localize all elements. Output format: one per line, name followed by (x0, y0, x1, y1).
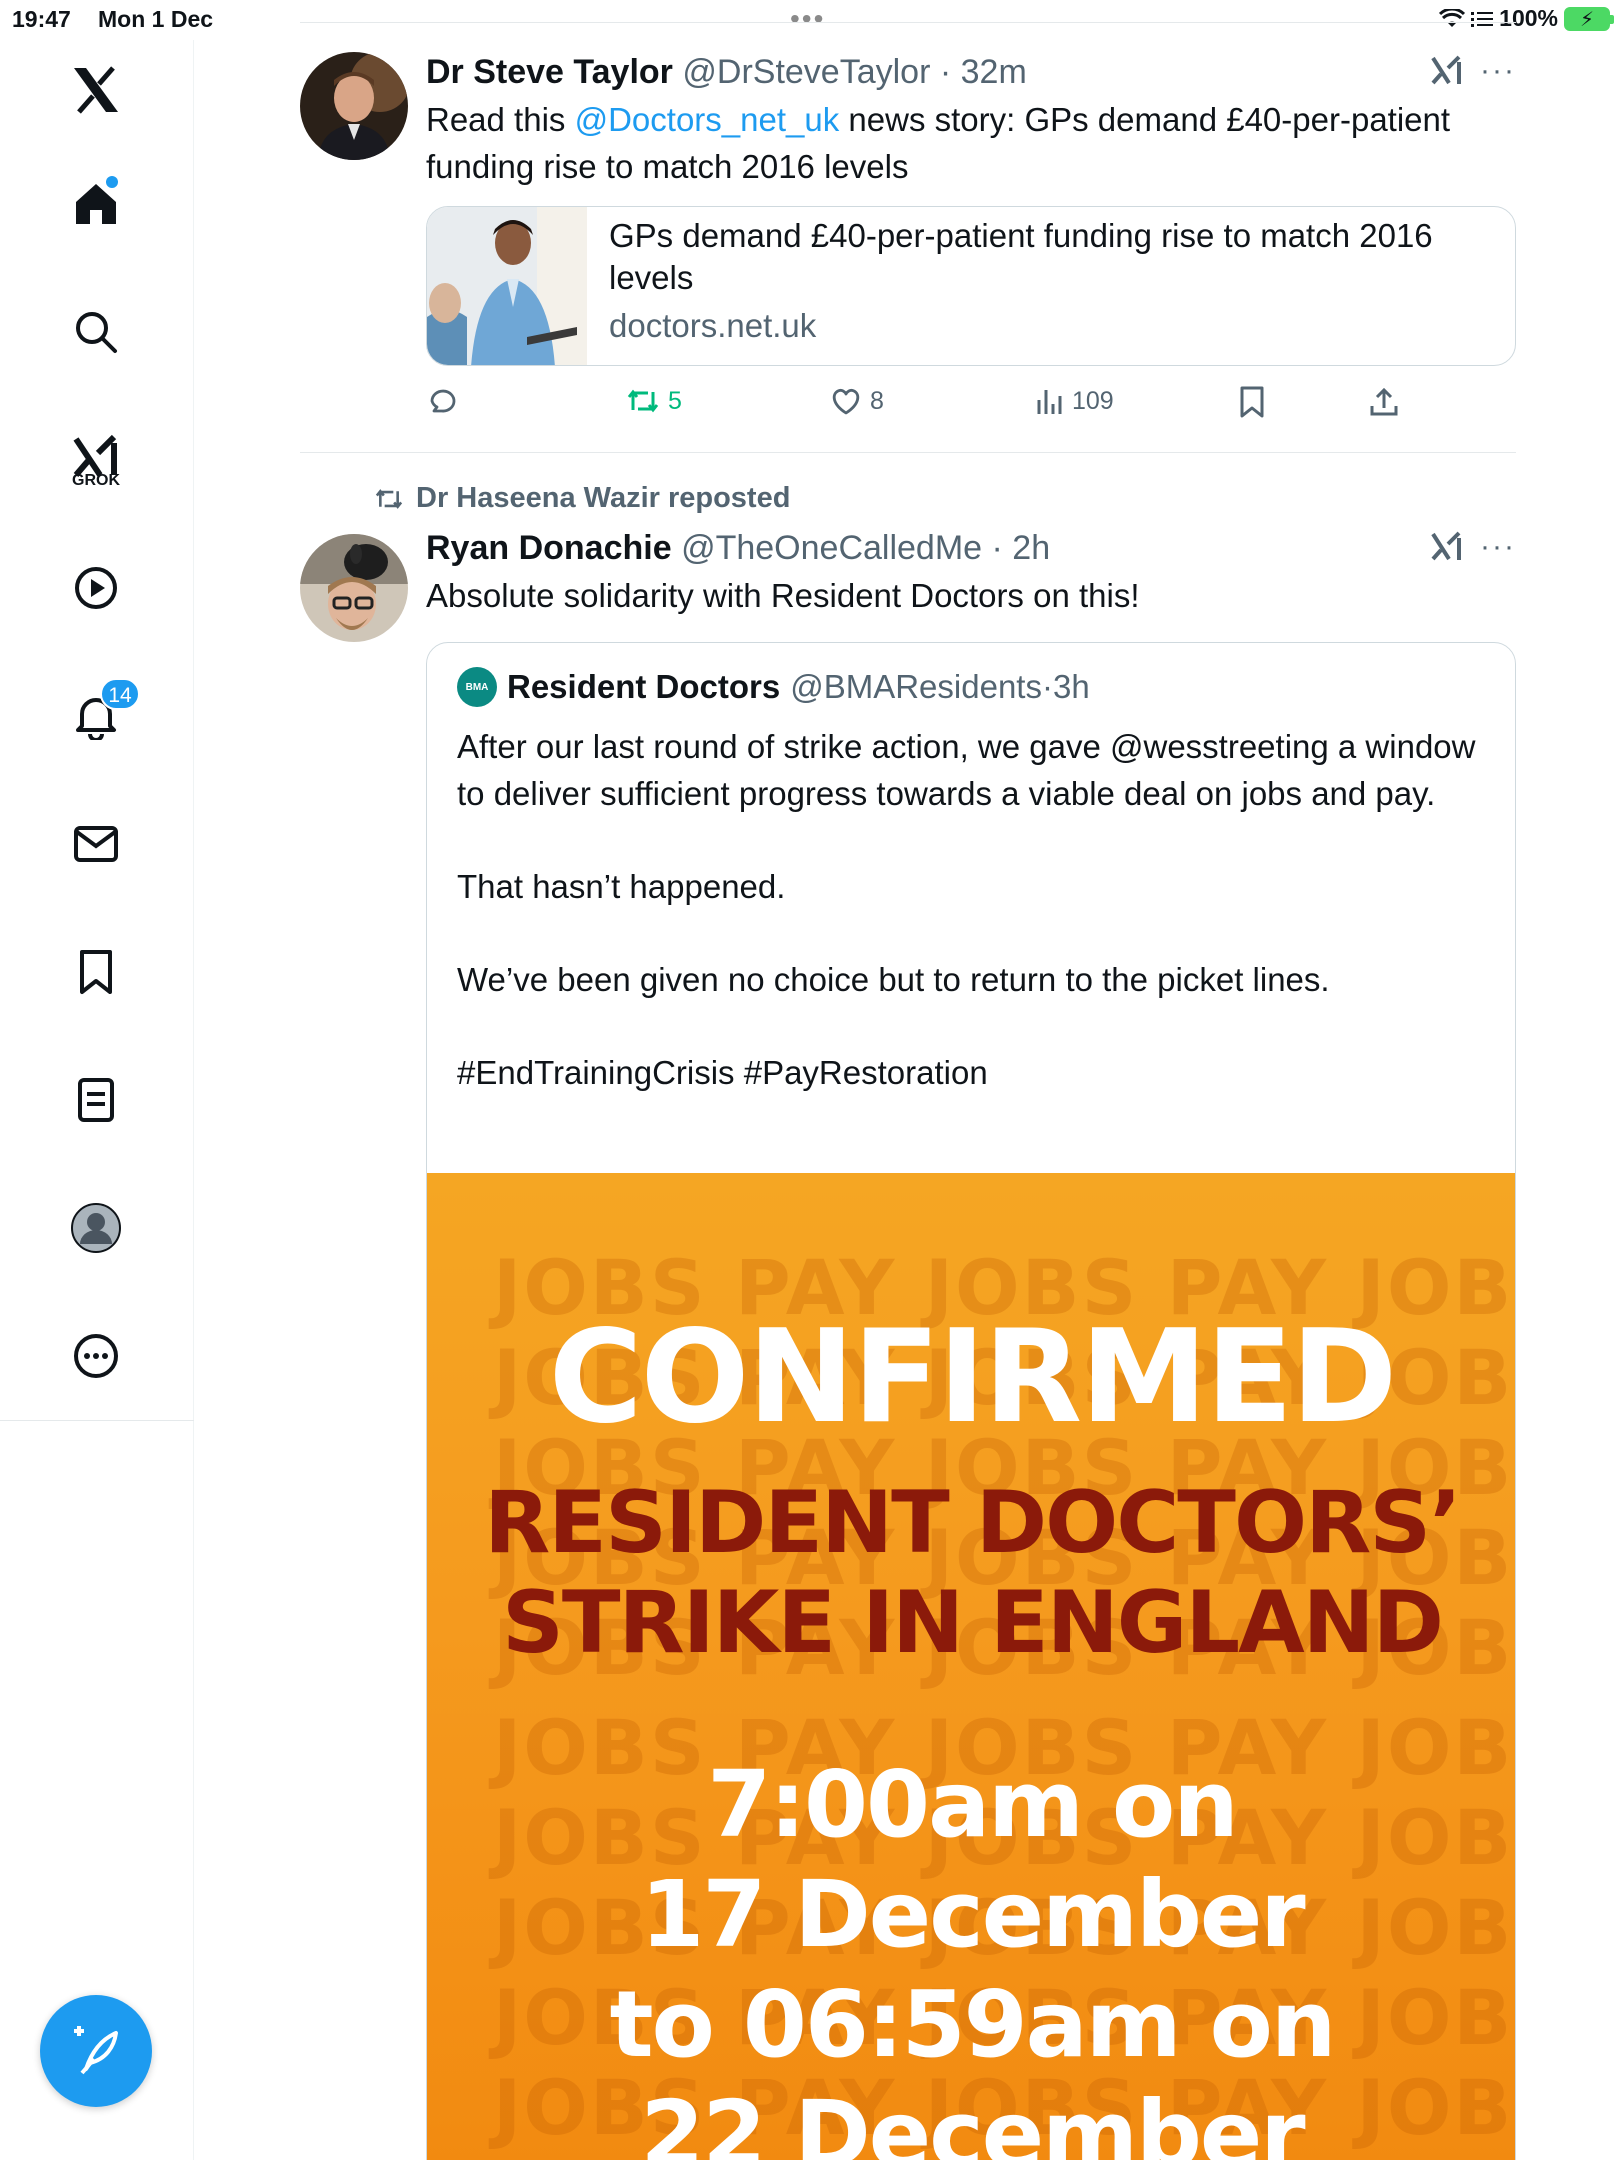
lists-icon[interactable] (60, 1064, 132, 1136)
bma-logo-icon: BMA (457, 667, 497, 707)
x-logo-icon[interactable] (60, 54, 132, 126)
video-icon[interactable] (60, 552, 132, 624)
grok-icon[interactable]: GROK (60, 420, 132, 492)
bookmark-button[interactable] (1238, 386, 1266, 418)
repost-count: 5 (668, 386, 682, 415)
repost-context[interactable]: Dr Haseena Wazir reposted (374, 482, 790, 515)
battery-icon: ⚡ (1564, 6, 1614, 31)
link-card[interactable]: GPs demand £40-per-patient funding rise … (426, 206, 1516, 366)
author-handle[interactable]: @TheOneCalledMe (681, 529, 982, 567)
messages-icon[interactable] (60, 808, 132, 880)
more-options-icon[interactable]: ··· (1480, 54, 1516, 88)
home-icon[interactable] (60, 168, 132, 240)
quote-text: After our last round of strike action, w… (457, 723, 1485, 1142)
views-icon (1037, 390, 1062, 414)
repost-button[interactable]: 5 (626, 386, 682, 416)
wifi-icon (1439, 8, 1466, 27)
compose-feather-icon (74, 2026, 118, 2075)
reposted-by: Dr Haseena Wazir reposted (416, 482, 791, 514)
quote-author-name: Resident Doctors (507, 668, 781, 705)
tweet-header: Dr Steve Taylor @DrSteveTaylor · 32m (426, 50, 1516, 94)
quote-time: 3h (1052, 668, 1090, 705)
status-icons: 100% ⚡ (1439, 5, 1614, 32)
sidebar-divider (0, 1420, 194, 1421)
poster-line-1: RESIDENT DOCTORS’ (484, 1473, 1462, 1573)
quote-paragraph: We’ve been given no choice but to return… (457, 961, 1330, 998)
poster-start-date: 17 December (640, 1861, 1305, 1968)
status-bar: 19:47 Mon 1 Dec ••• 100% ⚡ (0, 0, 1620, 40)
card-domain: doctors.net.uk (609, 307, 817, 344)
tweet-header: Ryan Donachie @TheOneCalledMe · 2h (426, 526, 1516, 570)
quote-header: BMA Resident Doctors @BMAResidents · 3h (457, 667, 1090, 707)
share-icon (1370, 387, 1398, 416)
clock: 19:47 (12, 6, 71, 32)
tweet-text: Absolute solidarity with Resident Doctor… (426, 577, 1140, 614)
tweet-body: Ryan Donachie @TheOneCalledMe · 2h ··· A… (426, 526, 1516, 619)
repost-context-icon (375, 488, 403, 509)
notifications-badge: 14 (100, 678, 140, 710)
notifications-icon[interactable]: 14 (60, 678, 140, 752)
author-name[interactable]: Ryan Donachie (426, 529, 672, 567)
like-button[interactable]: 8 (830, 386, 884, 416)
quoted-tweet[interactable]: BMA Resident Doctors @BMAResidents · 3h … (426, 642, 1516, 2160)
poster-start-time: 7:00am on (707, 1751, 1239, 1858)
reply-button[interactable] (426, 386, 458, 418)
quote-author-handle: @BMAResidents (790, 668, 1042, 705)
strike-poster-image[interactable]: JOBS PAY JOBS PAY JOBS JOBS PAY JOBS PAY… (427, 1173, 1515, 2160)
tweet-actions: 5 8 109 (426, 386, 1426, 434)
poster-end-date: 22 December (640, 2081, 1305, 2160)
more-options-icon[interactable] (60, 1320, 132, 1392)
author-handle[interactable]: @DrSteveTaylor (682, 53, 930, 91)
search-icon[interactable] (60, 296, 132, 368)
like-count: 8 (870, 386, 884, 415)
more-options-icon[interactable]: ··· (1480, 530, 1516, 564)
separator-dot: · (1041, 668, 1053, 705)
share-button[interactable] (1368, 386, 1400, 418)
avatar[interactable] (300, 534, 408, 642)
avatar[interactable] (300, 52, 408, 160)
card-title: GPs demand £40-per-patient funding rise … (609, 217, 1433, 296)
repost-icon (627, 389, 659, 413)
profile-icon[interactable] (60, 1192, 132, 1264)
compose-post-button[interactable] (40, 1995, 152, 2107)
tweet-time[interactable]: 32m (961, 53, 1027, 91)
multitasking-dots[interactable]: ••• (790, 5, 825, 33)
card-image (427, 207, 587, 365)
poster-line-2: STRIKE IN ENGLAND (501, 1573, 1444, 1673)
quote-hashtags: #EndTrainingCrisis #PayRestoration (457, 1054, 988, 1091)
poster-end-time: to 06:59am on (609, 1971, 1337, 2078)
quote-paragraph: After our last round of strike action, w… (457, 728, 1476, 812)
tweet-time[interactable]: 2h (1012, 529, 1050, 567)
heart-icon (832, 388, 860, 415)
bookmarks-icon[interactable] (60, 936, 132, 1008)
date: Mon 1 Dec (98, 6, 214, 32)
author-name[interactable]: Dr Steve Taylor (426, 53, 673, 91)
tweet-text: Read this @Doctors_net_uk news story: GP… (426, 96, 1516, 190)
tweet-divider (300, 452, 1516, 453)
poster-headline: CONFIRMED (548, 1303, 1398, 1452)
views-count: 109 (1072, 386, 1114, 415)
text-pre: Read this (426, 101, 575, 138)
new-posts-dot (106, 176, 118, 188)
feed-top-divider (300, 22, 1516, 23)
tweet-body: Dr Steve Taylor @DrSteveTaylor · 32m ···… (426, 50, 1516, 190)
separator-dot: · (930, 53, 961, 91)
views-button[interactable]: 109 (1034, 386, 1114, 416)
grok-explain-icon[interactable] (1430, 54, 1464, 86)
mention-link[interactable]: @Doctors_net_uk (575, 101, 840, 138)
sidebar: GROK 14 (0, 40, 194, 2160)
grok-label: GROK (72, 472, 120, 489)
reply-icon (430, 389, 456, 413)
separator-dot: · (982, 529, 1013, 567)
quote-paragraph: That hasn’t happened. (457, 868, 786, 905)
battery-percent: 100% (1499, 5, 1558, 31)
bookmark-icon (1240, 386, 1264, 418)
grok-explain-icon[interactable] (1430, 530, 1464, 562)
list-icon (1471, 11, 1494, 27)
